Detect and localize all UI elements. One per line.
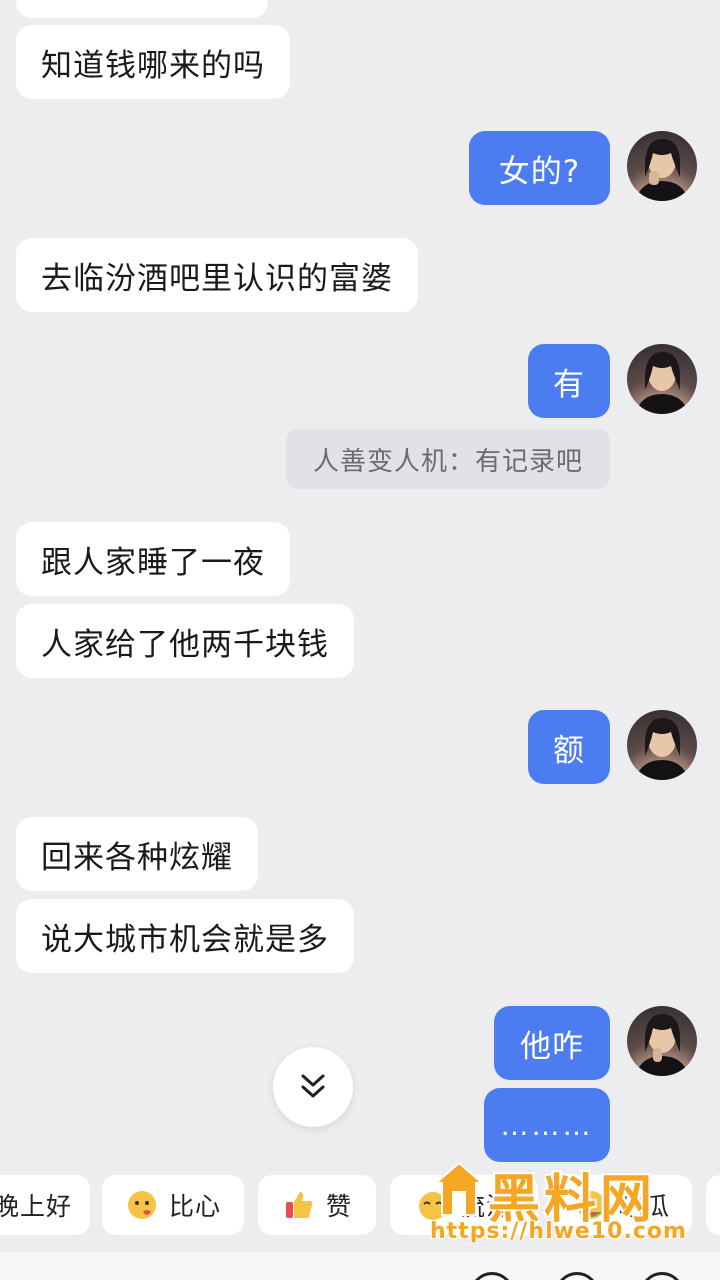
chip-label: 晚上好 bbox=[0, 1192, 72, 1221]
chat-screen: 知道钱哪来的吗 女的? 去临汾酒吧里认识的富婆 有 人善变人机：有记录吧 跟人家… bbox=[0, 0, 720, 1280]
message-bubble-incoming[interactable]: 去临汾酒吧里认识的富婆 bbox=[16, 238, 418, 312]
input-toolbar bbox=[0, 1252, 720, 1280]
melon-emoji-icon bbox=[574, 1188, 608, 1222]
message-text: 女的? bbox=[498, 153, 581, 190]
voice-icon[interactable] bbox=[470, 1272, 514, 1280]
message-bubble-incoming[interactable]: 人家给了他两千块钱 bbox=[16, 604, 354, 678]
message-text: 有 bbox=[553, 366, 585, 403]
message-text: 回来各种炫耀 bbox=[41, 839, 233, 876]
message-text: 知道钱哪来的吗 bbox=[41, 47, 265, 84]
portrait-icon bbox=[635, 352, 689, 414]
thumbs-up-emoji-icon bbox=[282, 1188, 316, 1222]
portrait-icon bbox=[635, 1014, 689, 1076]
message-bubble-outgoing[interactable]: 额 bbox=[528, 710, 610, 784]
user-avatar[interactable] bbox=[627, 710, 697, 780]
message-text: 额 bbox=[553, 732, 585, 769]
message-bubble-outgoing[interactable]: 有 bbox=[528, 344, 610, 418]
quote-text: 人善变人机：有记录吧 bbox=[312, 446, 583, 477]
chip-label: 赞 bbox=[325, 1192, 352, 1221]
scroll-to-bottom-button[interactable] bbox=[273, 1047, 353, 1127]
finger-heart-emoji-icon bbox=[125, 1188, 159, 1222]
message-bubble-incoming[interactable]: 说大城市机会就是多 bbox=[16, 899, 354, 973]
sweat-emoji-icon bbox=[416, 1188, 450, 1222]
plus-icon[interactable] bbox=[640, 1272, 684, 1280]
chip-label: 吃瓜 bbox=[617, 1192, 670, 1221]
message-bubble-incoming[interactable]: 跟人家睡了一夜 bbox=[16, 522, 290, 596]
user-avatar[interactable] bbox=[627, 1006, 697, 1076]
message-text: 人家给了他两千块钱 bbox=[41, 626, 329, 663]
quote-reference[interactable]: 人善变人机：有记录吧 bbox=[286, 429, 610, 489]
portrait-icon bbox=[635, 718, 689, 780]
user-avatar[interactable] bbox=[627, 344, 697, 414]
quick-reply-chip[interactable]: 吃瓜 bbox=[552, 1175, 692, 1235]
message-text: 去临汾酒吧里认识的富婆 bbox=[41, 260, 393, 297]
message-text: 说大城市机会就是多 bbox=[41, 921, 329, 958]
message-bubble-outgoing[interactable]: 女的? bbox=[469, 131, 610, 205]
quick-reply-chip[interactable]: 比心 bbox=[102, 1175, 244, 1235]
message-bubble-incoming[interactable]: 回来各种炫耀 bbox=[16, 817, 258, 891]
message-bubble-outgoing[interactable]: ……… bbox=[484, 1088, 610, 1162]
quick-reply-chip[interactable]: 赞 bbox=[258, 1175, 376, 1235]
quick-reply-bar: 晚上好 比心 赞 流汗 吃瓜 bbox=[0, 1175, 720, 1239]
chip-label: 比心 bbox=[168, 1192, 221, 1221]
user-avatar[interactable] bbox=[627, 131, 697, 201]
message-bubble-partial[interactable] bbox=[16, 0, 268, 18]
message-text: 他咋 bbox=[520, 1028, 584, 1065]
chip-label: 流汗 bbox=[459, 1192, 512, 1221]
message-text: ……… bbox=[500, 1108, 594, 1142]
message-bubble-incoming[interactable]: 知道钱哪来的吗 bbox=[16, 25, 290, 99]
quick-reply-chip[interactable]: 晚上好 bbox=[0, 1175, 90, 1235]
message-text: 跟人家睡了一夜 bbox=[41, 544, 265, 581]
quick-reply-chip[interactable] bbox=[706, 1175, 720, 1235]
portrait-icon bbox=[635, 139, 689, 201]
emoji-icon[interactable] bbox=[555, 1272, 599, 1280]
double-chevron-down-icon bbox=[301, 1074, 325, 1098]
quick-reply-chip[interactable]: 流汗 bbox=[390, 1175, 538, 1235]
message-bubble-outgoing[interactable]: 他咋 bbox=[494, 1006, 610, 1080]
